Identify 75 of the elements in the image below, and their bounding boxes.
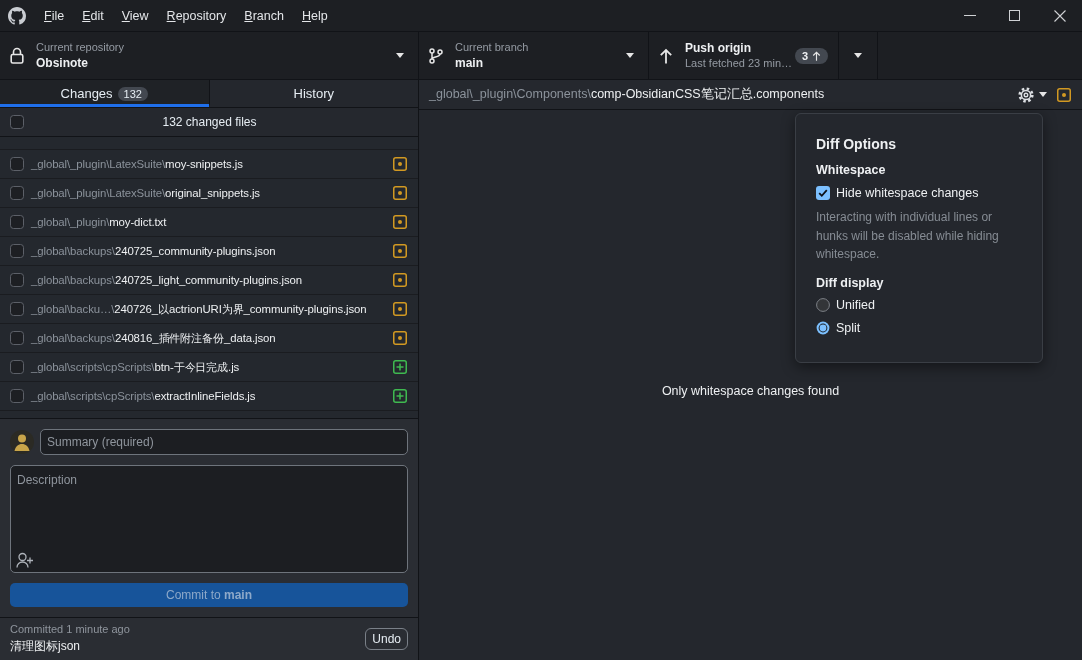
dot-square-icon xyxy=(393,157,407,171)
checkbox[interactable] xyxy=(10,186,24,200)
maximize-icon[interactable] xyxy=(1009,10,1020,21)
menu-item[interactable]: View xyxy=(112,6,158,25)
menu-item[interactable]: Help xyxy=(293,6,337,25)
dot-square-icon xyxy=(393,331,407,345)
file-path: _global\backu…\240726_以actrionURI为界_community-plugins.json xyxy=(31,301,368,317)
radio-button[interactable] xyxy=(816,320,830,335)
section-heading: Whitespace xyxy=(816,163,887,177)
avatar xyxy=(10,430,34,454)
checkbox[interactable] xyxy=(10,115,24,129)
dot-square-icon xyxy=(393,215,407,229)
minimize-icon[interactable] xyxy=(963,15,976,16)
plus-square-icon xyxy=(393,360,407,374)
branch-selector[interactable]: Current branch main xyxy=(419,32,649,79)
commit-message: 清理图标json xyxy=(10,638,81,655)
logo-icon xyxy=(8,6,26,25)
empty-diff-message: Only whitespace changes found xyxy=(661,384,840,398)
file-path: _global\_plugin\LatexSuite\moy-snippets.js xyxy=(31,158,244,170)
menu-item[interactable]: Repository xyxy=(157,6,236,25)
checkbox[interactable] xyxy=(10,331,24,345)
summary-field[interactable]: Summary (required) xyxy=(40,429,408,455)
popup-title: Diff Options xyxy=(816,136,898,152)
caret-icon xyxy=(1039,92,1047,97)
description-field[interactable]: Description xyxy=(10,465,408,573)
menu-item[interactable]: Branch xyxy=(235,6,293,25)
arrow-up-icon xyxy=(812,50,821,61)
checkbox[interactable] xyxy=(10,273,24,287)
caret-icon xyxy=(854,53,862,58)
file-path: _global\_plugin\moy-dict.txt xyxy=(31,216,168,228)
repository-selector[interactable]: Current repository Obsinote xyxy=(0,32,419,79)
checkbox-label[interactable]: Hide whitespace changes xyxy=(836,186,979,200)
commit-time: Committed 1 minute ago xyxy=(10,623,131,635)
tab[interactable]: Changes 132 xyxy=(0,80,209,107)
file-path: _global\scripts\cpScripts\btn-于今日完成.js xyxy=(31,359,241,375)
changed-files-label: 132 changed files xyxy=(161,115,258,129)
close-icon[interactable] xyxy=(1053,9,1066,22)
checkbox[interactable] xyxy=(10,215,24,229)
dot-square-icon xyxy=(393,302,407,316)
branch-icon xyxy=(429,47,443,64)
add-person-icon[interactable] xyxy=(16,552,34,568)
caret-icon xyxy=(626,53,634,58)
checkbox[interactable] xyxy=(10,244,24,258)
dot-square-icon xyxy=(1057,87,1071,102)
radio-label[interactable]: Unified xyxy=(836,297,875,312)
settings-icon xyxy=(1018,86,1034,103)
menu-item[interactable]: File xyxy=(35,6,74,25)
tab[interactable]: History xyxy=(208,80,418,107)
radio-label[interactable]: Split xyxy=(836,320,861,335)
undo-button[interactable]: Undo xyxy=(365,628,408,650)
radio-button[interactable] xyxy=(816,297,830,312)
arrow-up-icon xyxy=(659,47,673,64)
file-path: _global\backups\240725_community-plugins.json xyxy=(31,245,277,257)
menu-item[interactable]: Edit xyxy=(73,6,113,25)
checkbox[interactable] xyxy=(10,360,24,374)
count-badge: 132 xyxy=(117,86,148,101)
lock-icon xyxy=(10,47,24,64)
file-path: _global\_plugin\LatexSuite\original_snippets.js xyxy=(31,187,261,199)
checkbox[interactable] xyxy=(10,389,24,403)
help-text: Interacting with individual lines or hunks will be disabled while hiding whitespace. xyxy=(816,209,1000,263)
checkbox[interactable] xyxy=(816,186,830,200)
section-heading: Diff display xyxy=(816,275,885,290)
file-path: _global\scripts\cpScripts\extractInlineFields.js xyxy=(31,390,257,402)
caret-icon xyxy=(396,53,404,58)
checkbox[interactable] xyxy=(10,157,24,171)
diff-options-button[interactable] xyxy=(1018,86,1047,103)
file-path: _global\backups\240816_插件附注备份_data.json xyxy=(31,330,277,346)
file-path: _global\backups\240725_light_community-plugins.json xyxy=(31,274,303,286)
dot-square-icon xyxy=(393,186,407,200)
dot-square-icon xyxy=(393,273,407,287)
ahead-count: 3 xyxy=(801,49,808,62)
dot-square-icon xyxy=(393,244,407,258)
plus-square-icon xyxy=(393,389,407,403)
checkbox[interactable] xyxy=(10,302,24,316)
file-path: _global\_plugin\Components\comp-ObsidianCSS笔记汇总.components xyxy=(429,86,826,103)
